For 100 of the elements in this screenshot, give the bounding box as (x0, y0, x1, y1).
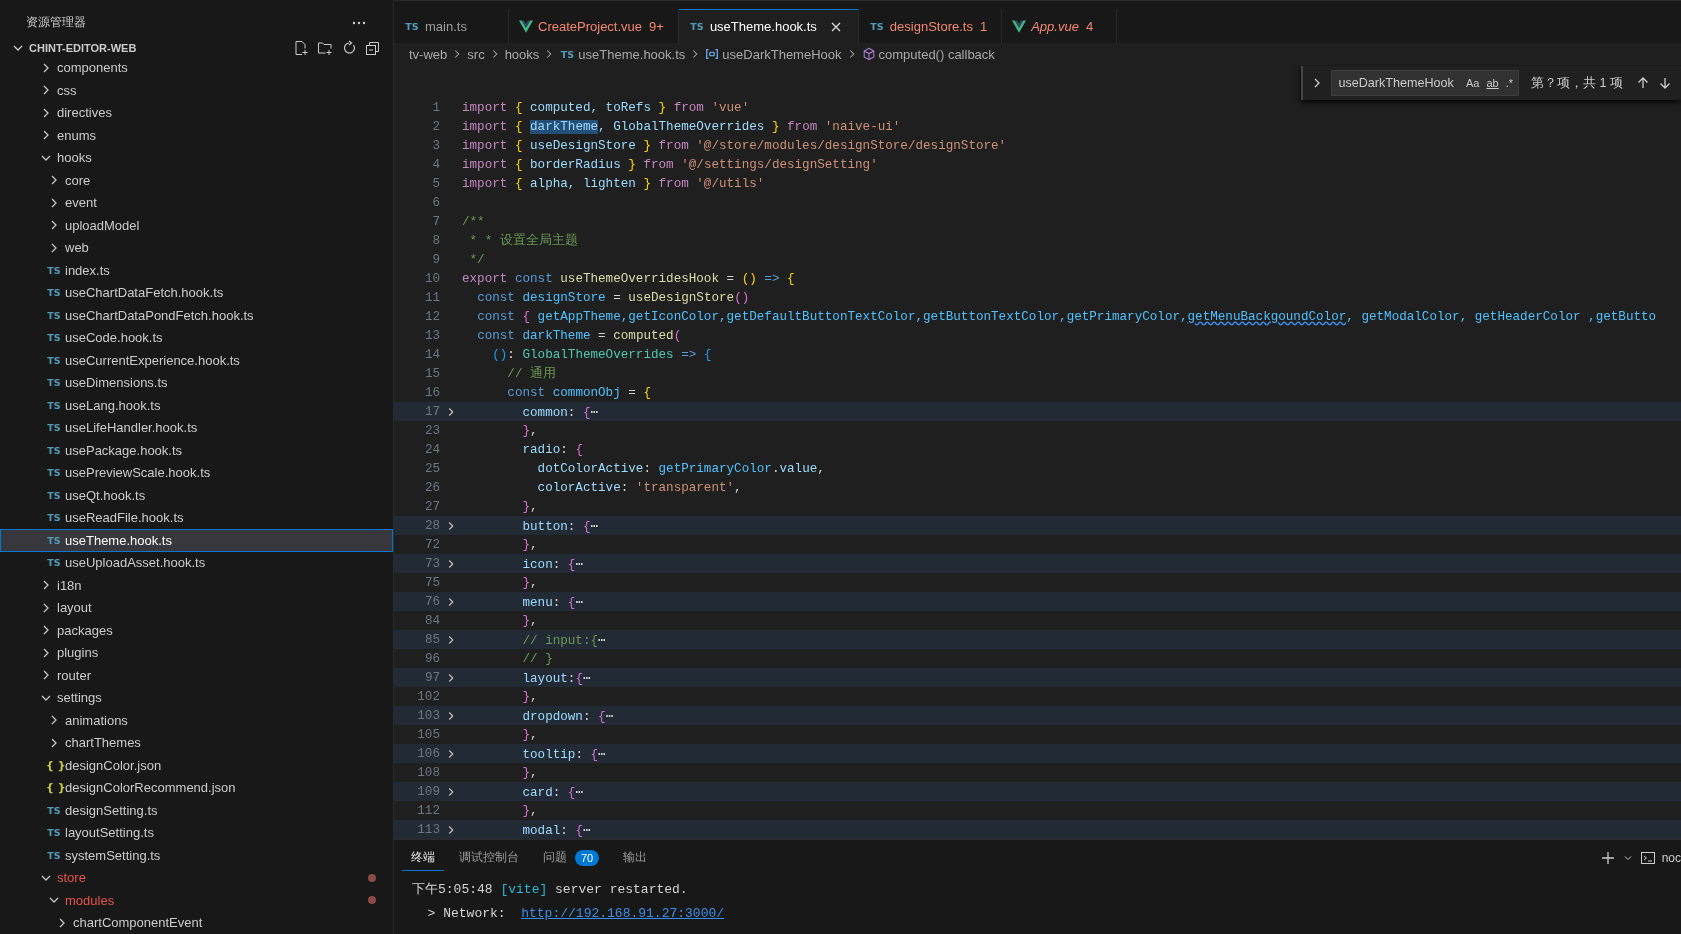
tree-item[interactable]: TS useCode.hook.ts (0, 326, 393, 349)
code-line: button: {⋯ (522, 519, 599, 534)
arrow-down-icon[interactable] (1657, 75, 1673, 91)
code-line: const commonObj = { (507, 385, 651, 400)
tree-item[interactable]: TS useLang.hook.ts (0, 394, 393, 417)
file-type-icon: TS (46, 264, 62, 276)
breadcrumb-item[interactable]: useDarkThemeHook (722, 46, 842, 62)
code-line: import { useDesignStore } from '@/store/modules/designStore/designStore' (462, 138, 1007, 153)
line-number: 10 (423, 271, 440, 286)
line-number: 11 (423, 290, 440, 305)
editor-tab[interactable]: CreateProject.vue 9+ (509, 9, 679, 43)
terminal-line: 下午5:05:48 [vite] server restarted. (412, 881, 688, 899)
line-number: 25 (423, 461, 440, 476)
tree-item[interactable]: event (0, 191, 393, 214)
panel-tab[interactable]: 终端 (402, 845, 444, 871)
editor-tab[interactable]: App.vue 4 (1002, 9, 1118, 43)
modified-dot-icon (368, 873, 376, 882)
file-type-icon: TS (46, 849, 62, 861)
variable-symbol-icon (705, 47, 720, 61)
tree-item[interactable]: TS designSetting.ts (0, 799, 393, 822)
tree-item[interactable]: core (0, 169, 393, 192)
tree-item[interactable]: { }designColor.json (0, 754, 393, 777)
line-number: 103 (416, 708, 440, 723)
find-option-button[interactable]: ab (1485, 77, 1500, 89)
tree-item[interactable]: chartThemes (0, 731, 393, 754)
code-line: */ (469, 252, 485, 267)
line-number: 76 (423, 594, 440, 609)
tree-item[interactable]: TS usePackage.hook.ts (0, 439, 393, 462)
code-line: }, (522, 613, 538, 628)
tree-item[interactable]: layout (0, 596, 393, 619)
explorer-title: 资源管理器 (26, 15, 86, 31)
tree-item[interactable]: TS useLifeHandler.hook.ts (0, 416, 393, 439)
editor-tab[interactable]: TS designStore.ts 1 (858, 9, 1003, 43)
tree-item[interactable]: chartComponentEvent (0, 911, 393, 934)
tree-item[interactable]: TS systemSetting.ts (0, 844, 393, 867)
tree-item[interactable]: web (0, 236, 393, 259)
tree-item[interactable]: TS useQt.hook.ts (0, 484, 393, 507)
breadcrumb-item[interactable]: src (467, 46, 485, 62)
tree-item[interactable]: animations (0, 709, 393, 732)
tree-item[interactable]: settings (0, 686, 393, 709)
code-line: // } (522, 651, 553, 666)
tree-item[interactable]: TS index.ts (0, 259, 393, 282)
editor-tab[interactable]: TS main.ts (394, 9, 509, 43)
code-line: // input:{⋯ (522, 633, 606, 648)
tree-item[interactable]: css (0, 79, 393, 102)
tree-item[interactable]: TS useTheme.hook.ts (0, 529, 393, 552)
panel-tab[interactable]: 调试控制台 (450, 845, 528, 871)
tree-item[interactable]: TS useUploadAsset.hook.ts (0, 551, 393, 574)
terminal-icon[interactable] (1639, 850, 1656, 866)
plus-icon[interactable] (1599, 850, 1616, 866)
tree-item[interactable]: TS useDimensions.ts (0, 371, 393, 394)
find-field[interactable]: useDarkThemeHook Aa ab .* (1331, 70, 1519, 96)
breadcrumb-item[interactable]: hooks (504, 46, 540, 62)
tree-item[interactable]: router (0, 664, 393, 687)
terminal-name[interactable]: noc (1661, 851, 1681, 865)
breadcrumb-item[interactable]: tv-web (409, 46, 448, 62)
panel-tab[interactable]: 问题 70 (534, 845, 609, 871)
tree-item[interactable]: uploadModel (0, 214, 393, 237)
terminal-line: > Network: http://192.168.91.27:3000/ (426, 905, 725, 923)
tree-item[interactable]: enums (0, 124, 393, 147)
tree-item[interactable]: modules (0, 889, 393, 912)
tree-item[interactable]: directives (0, 101, 393, 124)
tree-item[interactable]: TS useReadFile.hook.ts (0, 506, 393, 529)
tree-item[interactable]: store (0, 866, 393, 889)
tree-item[interactable]: TS usePreviewScale.hook.ts (0, 461, 393, 484)
refresh-icon[interactable] (341, 39, 357, 56)
find-option-button[interactable]: Aa (1464, 77, 1481, 89)
find-option-button[interactable]: .* (1504, 77, 1514, 89)
line-number: 75 (423, 575, 440, 590)
line-number: 23 (423, 423, 440, 438)
tree-item[interactable]: TS useChartDataFetch.hook.ts (0, 281, 393, 304)
vue-logo-icon (519, 20, 533, 33)
tree-item[interactable]: hooks (0, 146, 393, 169)
line-number: 9 (431, 252, 440, 267)
new-folder-icon[interactable] (317, 39, 333, 56)
collapse-all-icon[interactable] (365, 39, 381, 56)
breadcrumb-item[interactable]: computed() callback (878, 46, 995, 62)
code-line: }, (522, 499, 538, 514)
tree-item[interactable]: components (0, 56, 393, 79)
tree-item[interactable]: TS useCurrentExperience.hook.ts (0, 349, 393, 372)
tree-item[interactable]: plugins (0, 641, 393, 664)
code-line: (): GlobalThemeOverrides => { (492, 347, 712, 362)
new-file-icon[interactable] (293, 39, 309, 56)
panel-tab[interactable]: 输出 (614, 845, 657, 871)
tree-item[interactable]: { }designColorRecommend.json (0, 776, 393, 799)
code-line: * * 设置全局主题 (469, 234, 578, 248)
tree-item[interactable]: packages (0, 619, 393, 642)
tree-item[interactable]: i18n (0, 574, 393, 597)
match-count: 第？项，共 1 项 (1531, 74, 1623, 92)
line-number: 24 (423, 442, 440, 457)
editor-tab[interactable]: TS useTheme.hook.ts (678, 9, 859, 43)
code-line: common: {⋯ (522, 405, 599, 420)
line-number: 108 (416, 765, 440, 780)
file-type-icon: TS (688, 21, 705, 32)
breadcrumb-item[interactable]: useTheme.hook.ts (578, 46, 686, 62)
file-type-icon: TS (46, 309, 62, 321)
tree-item[interactable]: TS useChartDataPondFetch.hook.ts (0, 304, 393, 327)
project-root[interactable]: CHINT-EDITOR-WEB (10, 39, 137, 56)
line-number: 28 (423, 518, 440, 533)
tree-item[interactable]: TS layoutSetting.ts (0, 821, 393, 844)
